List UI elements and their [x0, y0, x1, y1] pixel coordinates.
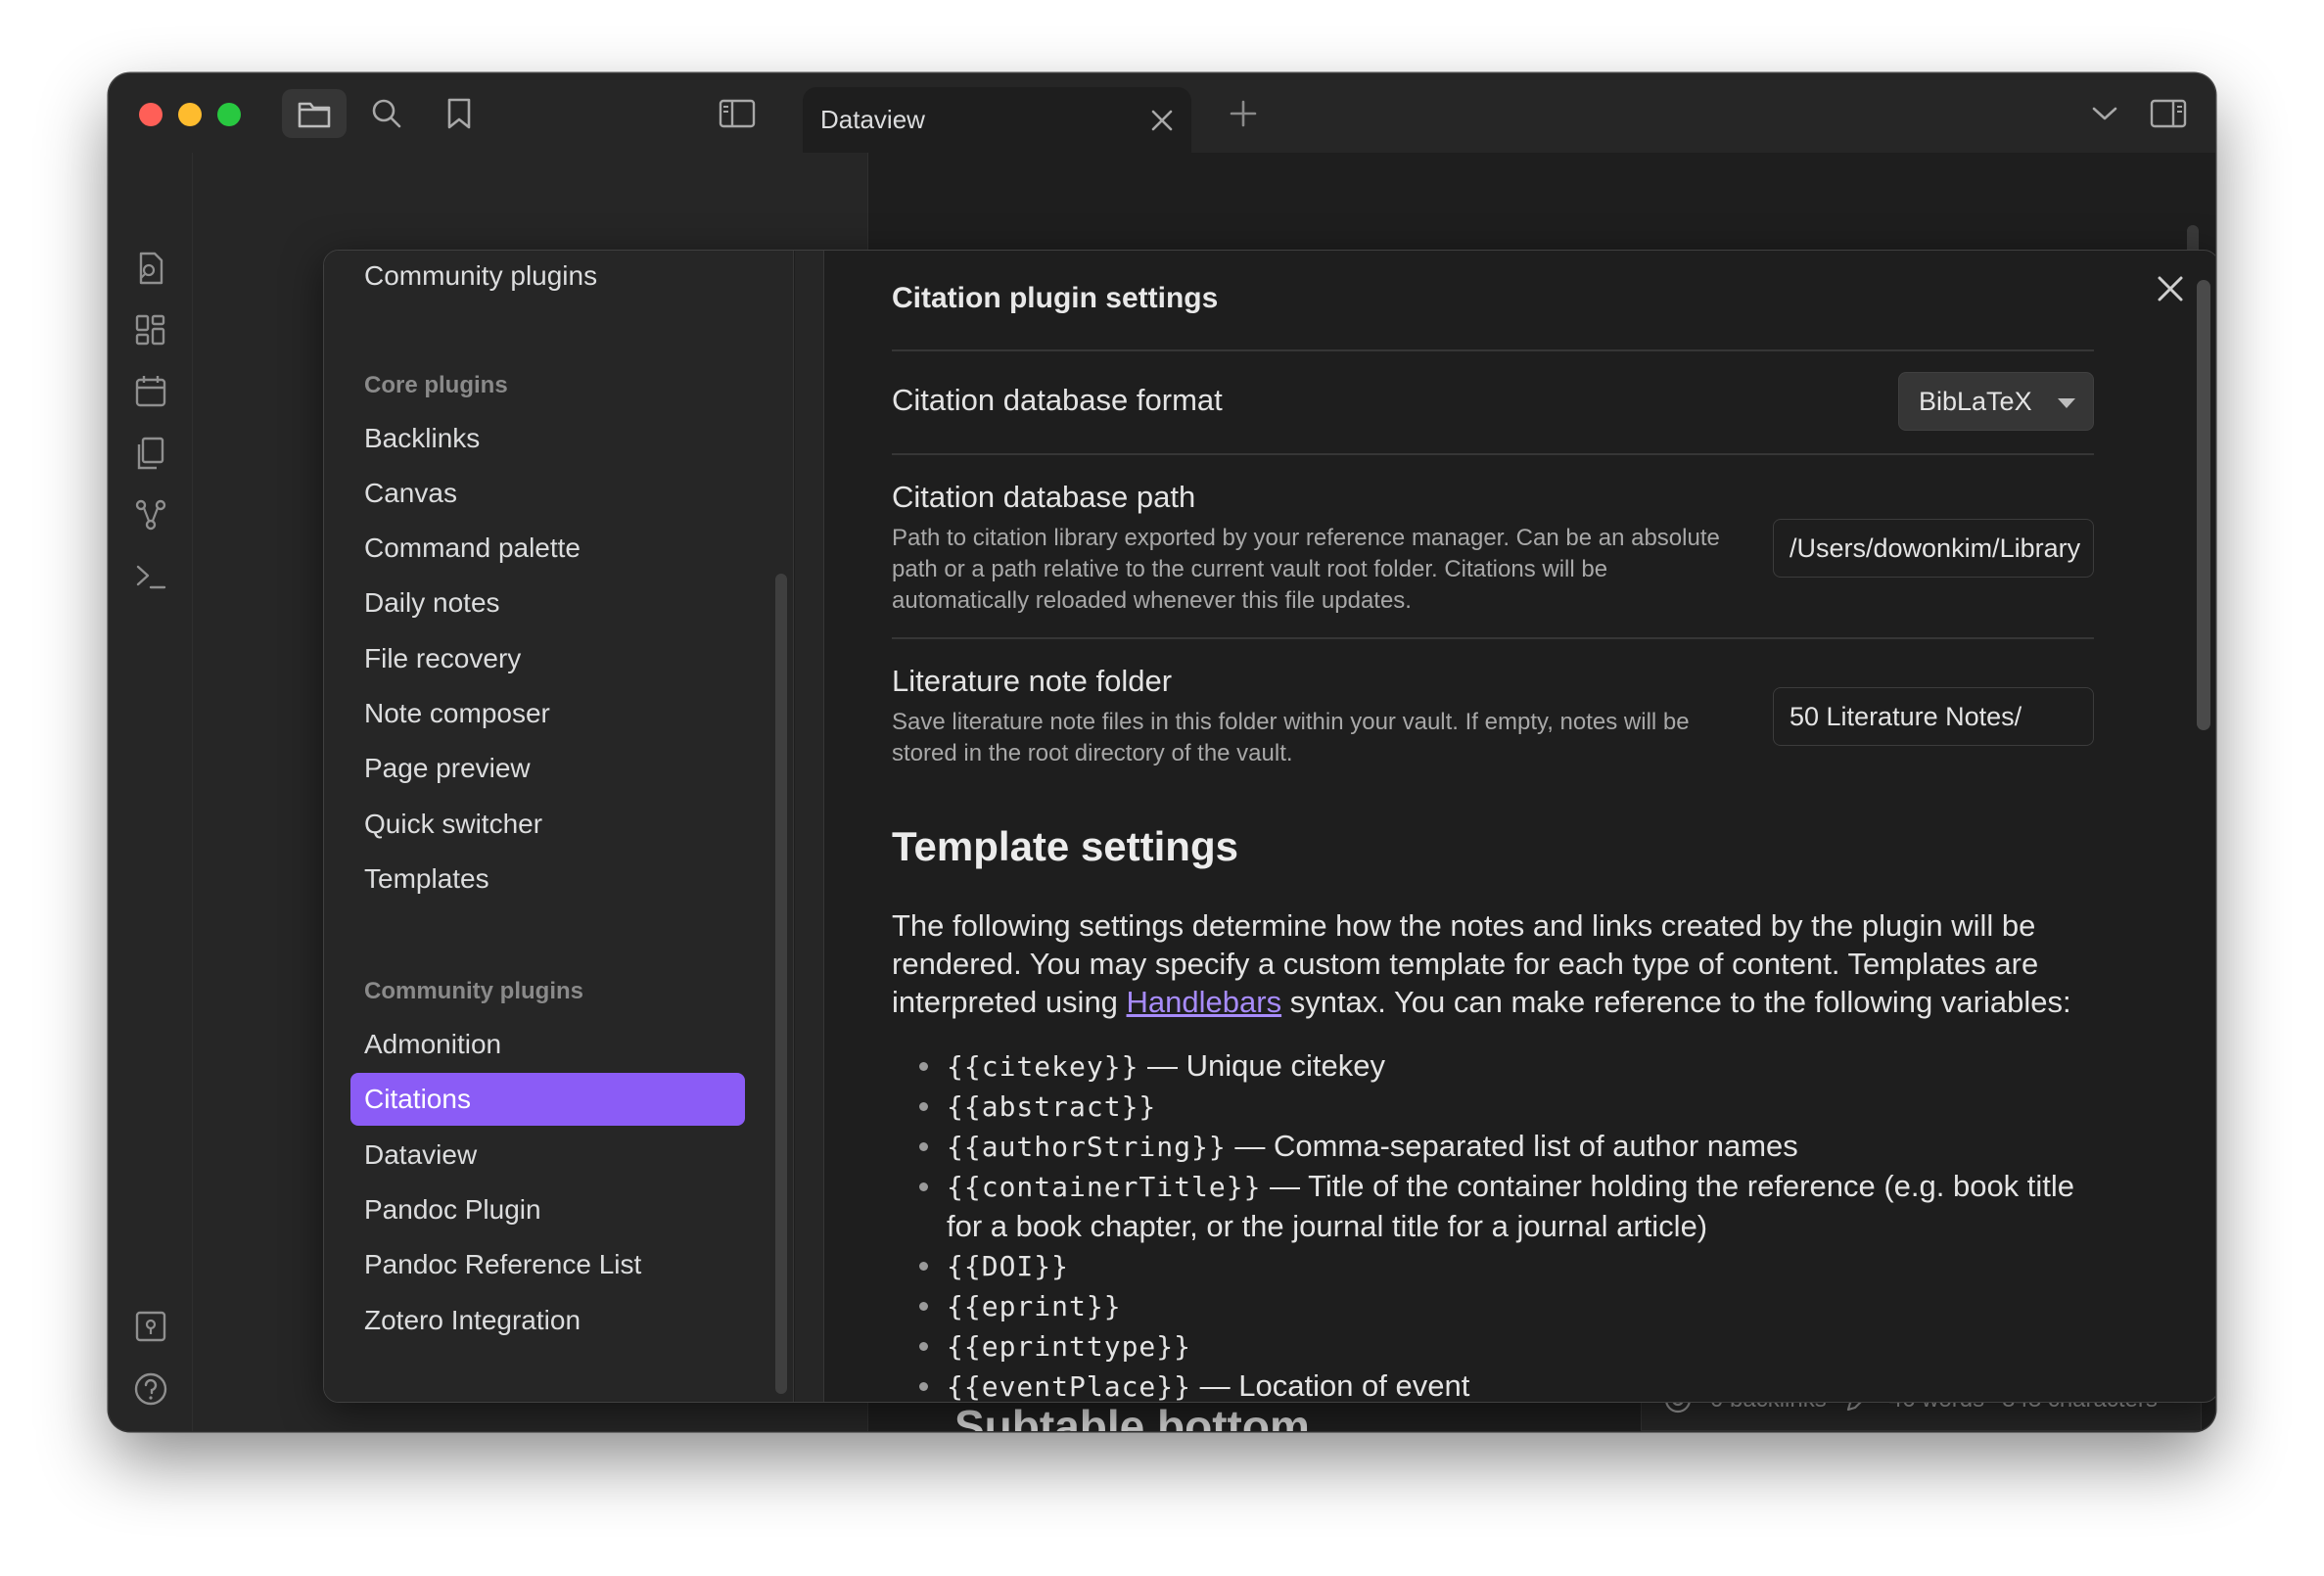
vault-switcher-icon[interactable] — [133, 1309, 168, 1344]
divider — [892, 453, 2094, 455]
editor-heading: Subtable bottom — [954, 1401, 1310, 1431]
new-tab-button[interactable] — [1211, 89, 1276, 138]
variable-desc: — Unique citekey — [1139, 1048, 1385, 1083]
sidebar-right-icon — [2150, 99, 2187, 128]
open-quick-switcher-icon[interactable] — [133, 251, 168, 286]
copy-icon[interactable] — [133, 436, 168, 471]
calendar-icon[interactable] — [133, 374, 168, 409]
settings-heading: Citation plugin settings — [892, 282, 1219, 314]
divider — [892, 637, 2094, 639]
app-window: Subtable bottom Dataview Community plugi… — [109, 73, 2215, 1431]
literature-folder-description: Save literature note files in this folde… — [892, 709, 1690, 766]
variable-code: {{eprint}} — [947, 1290, 1122, 1322]
database-path-label: Citation database path — [892, 480, 1196, 514]
sidebar-item-pandoc-plugin[interactable]: Pandoc Plugin — [350, 1183, 745, 1236]
close-window-button[interactable] — [139, 103, 163, 126]
sidebar-item-zotero-integration[interactable]: Zotero Integration — [350, 1294, 745, 1347]
tab-dataview[interactable]: Dataview — [803, 87, 1191, 153]
sidebar-item-pandoc-reference-list[interactable]: Pandoc Reference List — [350, 1238, 745, 1291]
variable-code: {{eprinttype}} — [947, 1330, 1192, 1363]
graph-view-icon[interactable] — [133, 497, 168, 533]
literature-folder-label: Literature note folder — [892, 664, 1173, 698]
sidebar-item-note-composer[interactable]: Note composer — [350, 687, 745, 740]
content-scrollbar[interactable] — [2197, 280, 2210, 730]
plus-icon — [1230, 100, 1257, 127]
sidebar-item-citations[interactable]: Citations — [350, 1073, 745, 1126]
sidebar-item-command-palette[interactable]: Command palette — [350, 522, 745, 575]
bookmark-icon — [447, 98, 471, 129]
search-button[interactable] — [354, 89, 419, 138]
toggle-left-sidebar-button[interactable] — [705, 89, 769, 138]
variable-code: {{eventPlace}} — [947, 1370, 1192, 1403]
bookmarks-button[interactable] — [427, 89, 491, 138]
caret-down-icon — [2058, 398, 2075, 408]
core-plugins-heading: Core plugins — [364, 372, 508, 398]
canvas-icon[interactable] — [133, 312, 168, 348]
sidebar-item-templates[interactable]: Templates — [350, 853, 745, 905]
variable-code: {{abstract}} — [947, 1090, 1157, 1123]
template-settings-heading: Template settings — [892, 823, 1238, 869]
settings-sidebar: Community plugins Core plugins Backlinks… — [324, 251, 794, 1402]
sidebar-item-community-plugins-top[interactable]: Community plugins — [364, 260, 597, 292]
list-item: {{eprinttype}} — [919, 1326, 2102, 1367]
sidebar-scrollbar[interactable] — [775, 574, 787, 1394]
titlebar: Dataview — [109, 73, 2215, 153]
variable-desc: — Comma-separated list of author names — [1226, 1129, 1798, 1163]
toggle-right-sidebar-button[interactable] — [2136, 89, 2201, 138]
database-path-description: Path to citation library exported by you… — [892, 525, 1720, 614]
sidebar-item-backlinks[interactable]: Backlinks — [350, 412, 745, 465]
sidebar-item-daily-notes[interactable]: Daily notes — [350, 577, 745, 629]
variable-code: {{containerTitle}} — [947, 1171, 1262, 1203]
maximize-window-button[interactable] — [217, 103, 241, 126]
sidebar-item-page-preview[interactable]: Page preview — [350, 742, 745, 795]
sidebar-item-file-recovery[interactable]: File recovery — [350, 632, 745, 685]
list-item: {{eprint}} — [919, 1286, 2102, 1326]
sidebar-scroll-track — [795, 251, 824, 1402]
close-tab-icon[interactable] — [1148, 107, 1176, 134]
close-icon[interactable] — [2154, 272, 2187, 305]
chevron-down-icon — [2092, 107, 2117, 120]
database-format-value: BibLaTeX — [1919, 386, 2032, 416]
variable-code: {{authorString}} — [947, 1131, 1227, 1163]
variable-code: {{DOI}} — [947, 1250, 1070, 1282]
database-path-input[interactable]: /Users/dowonkim/Library — [1773, 519, 2094, 578]
variable-code: {{citekey}} — [947, 1050, 1139, 1083]
list-item: {{containerTitle}} — Title of the contai… — [919, 1167, 2102, 1246]
folder-icon — [298, 102, 331, 128]
sidebar-item-quick-switcher[interactable]: Quick switcher — [350, 798, 745, 851]
sidebar-left-icon — [719, 99, 756, 128]
database-format-label: Citation database format — [892, 383, 1223, 417]
database-format-dropdown[interactable]: BibLaTeX — [1898, 372, 2094, 431]
sidebar-item-canvas[interactable]: Canvas — [350, 467, 745, 520]
sidebar-item-admonition[interactable]: Admonition — [350, 1018, 745, 1071]
community-plugins-heading: Community plugins — [364, 978, 583, 1004]
variables-list: {{citekey}} — Unique citekey {{abstract}… — [919, 1046, 2102, 1403]
help-icon[interactable] — [133, 1371, 168, 1407]
divider — [892, 349, 2094, 351]
left-ribbon — [109, 153, 193, 1431]
handlebars-link[interactable]: Handlebars — [1127, 985, 1282, 1019]
search-icon — [372, 99, 401, 128]
settings-modal: Community plugins Core plugins Backlinks… — [323, 250, 2215, 1403]
variable-desc: — Location of event — [1191, 1368, 1470, 1403]
tab-title: Dataview — [820, 105, 925, 134]
tab-list-button[interactable] — [2072, 89, 2137, 138]
template-intro: The following settings determine how the… — [892, 906, 2096, 1021]
list-item: {{eventPlace}} — Location of event — [919, 1367, 2102, 1403]
list-item: {{DOI}} — [919, 1246, 2102, 1286]
sidebar-item-dataview[interactable]: Dataview — [350, 1129, 745, 1182]
template-intro-text-end: syntax. You can make reference to the fo… — [1281, 985, 2071, 1019]
list-item: {{citekey}} — Unique citekey — [919, 1046, 2102, 1087]
list-item: {{authorString}} — Comma-separated list … — [919, 1127, 2102, 1167]
minimize-window-button[interactable] — [178, 103, 202, 126]
literature-folder-input[interactable]: 50 Literature Notes/ — [1773, 687, 2094, 746]
list-item: {{abstract}} — [919, 1087, 2102, 1127]
files-button[interactable] — [282, 89, 347, 138]
terminal-icon[interactable] — [133, 559, 168, 594]
